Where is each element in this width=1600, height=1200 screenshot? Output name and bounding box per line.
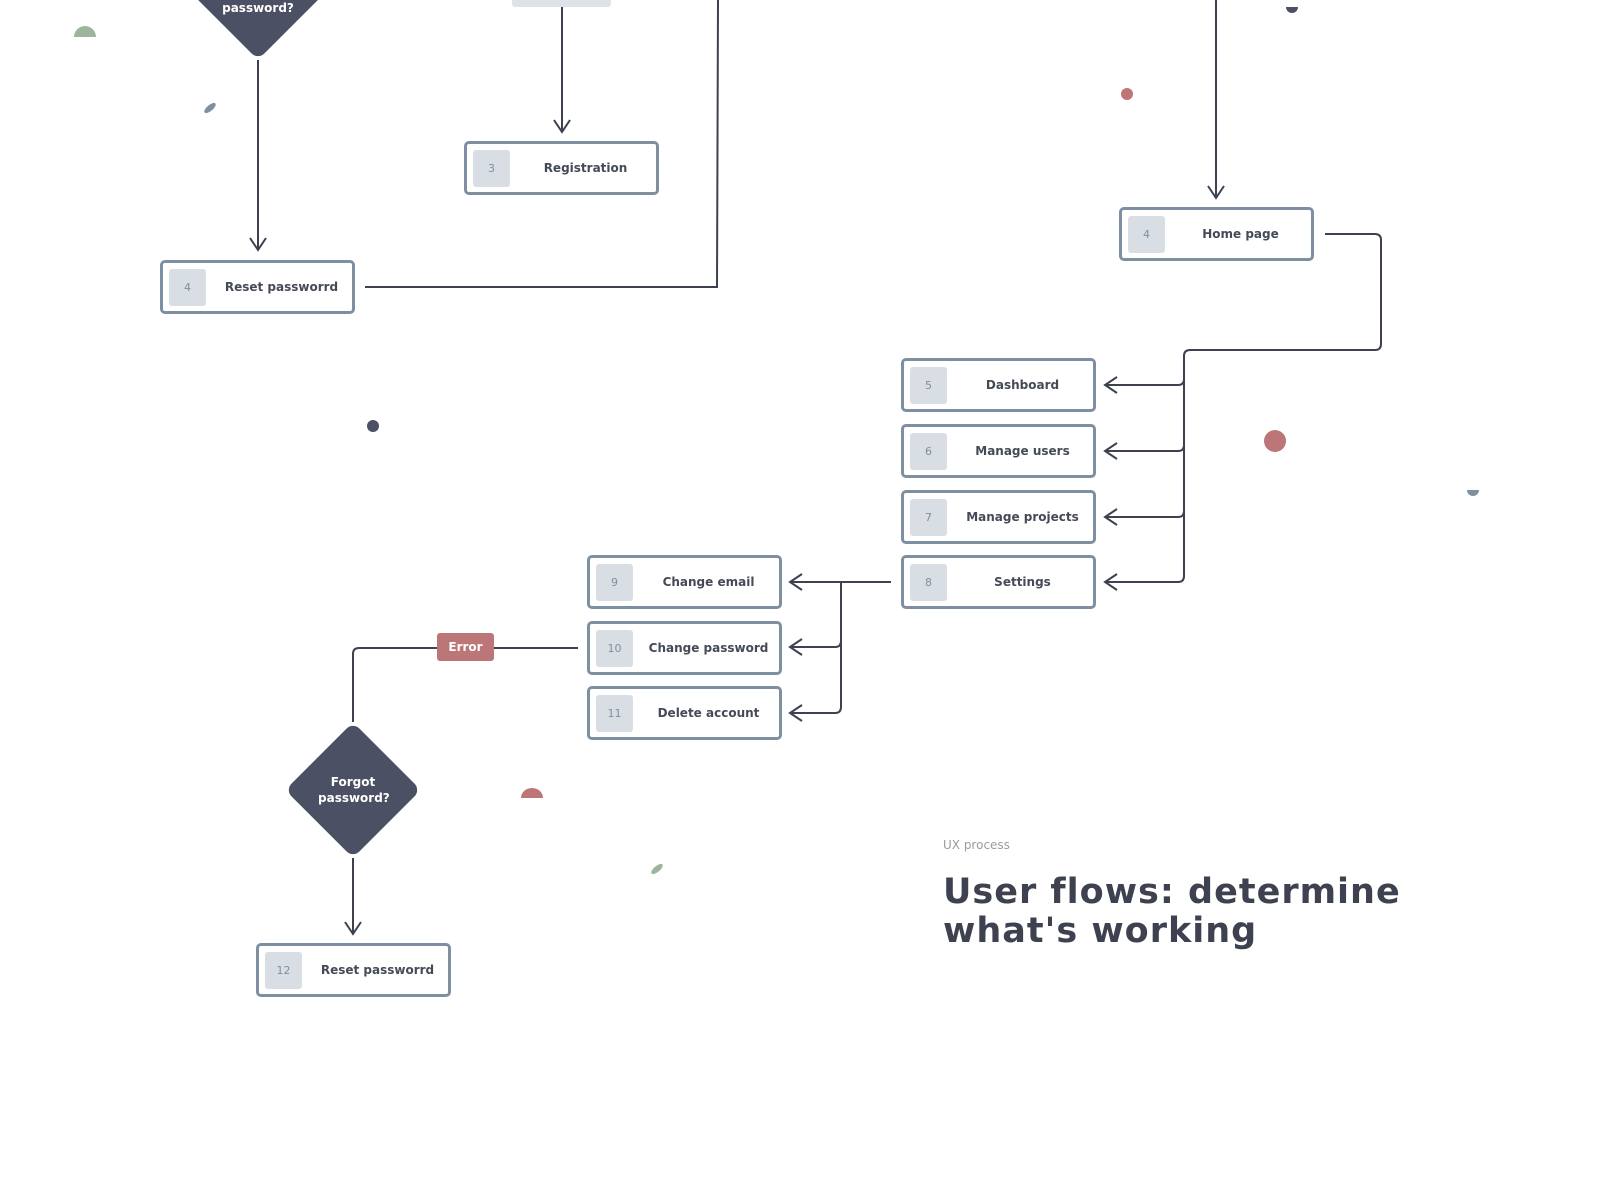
green-blob-icon (74, 26, 96, 37)
red-blob-icon (521, 788, 543, 798)
green-leaf-icon (651, 863, 663, 875)
red-dot-icon (1121, 88, 1133, 100)
slate-leaf-icon (204, 102, 216, 114)
decorative-shapes (74, 7, 1479, 875)
red-dot-large-icon (1264, 430, 1286, 452)
dark-dot-icon (367, 420, 379, 432)
slate-blob-icon (1467, 490, 1479, 496)
dark-blob-icon (1286, 7, 1298, 13)
